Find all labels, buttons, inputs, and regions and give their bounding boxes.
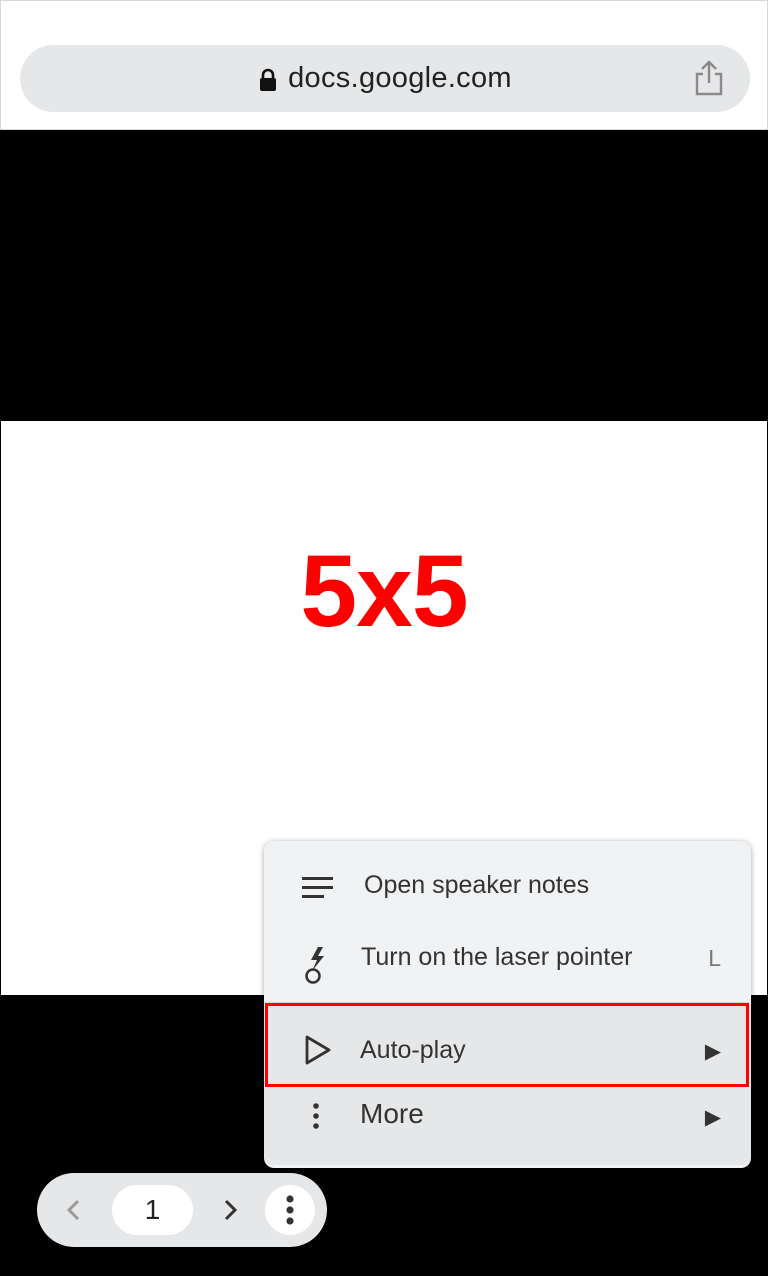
url-container: docs.google.com — [20, 45, 750, 112]
submenu-arrow-icon: ▶ — [704, 1106, 721, 1129]
presentation-options-menu: Open speaker notes Turn on the laser poi… — [264, 841, 751, 1168]
menu-item-open-speaker-notes[interactable]: Open speaker notes — [264, 841, 751, 931]
lock-icon — [260, 68, 277, 91]
share-icon[interactable] — [694, 59, 724, 97]
keyboard-shortcut: L — [708, 945, 721, 971]
menu-item-label: More — [360, 1098, 424, 1129]
menu-divider — [264, 1002, 751, 1003]
menu-item-auto-play[interactable]: Auto-play ▶ — [264, 1005, 751, 1085]
more-vert-icon — [286, 1195, 294, 1225]
chevron-right-icon[interactable] — [215, 1194, 245, 1226]
menu-item-label: Open speaker notes — [364, 871, 590, 899]
menu-item-more[interactable]: More ▶ — [264, 1085, 751, 1165]
menu-item-label: Turn on the laser pointer — [361, 943, 633, 971]
vertical-dots-icon — [313, 1103, 319, 1129]
url-text: docs.google.com — [288, 62, 512, 94]
slide-title: 5x5 — [300, 534, 468, 648]
menu-item-label: Auto-play — [360, 1036, 466, 1064]
chevron-left-icon[interactable] — [59, 1194, 89, 1226]
address-bar[interactable]: docs.google.com — [20, 45, 750, 112]
browser-top-bar: docs.google.com — [0, 0, 768, 130]
slide-navigation-bar: 1 — [37, 1173, 327, 1247]
laser-pointer-icon — [305, 947, 324, 984]
lines-icon — [302, 877, 333, 898]
menu-item-laser-pointer[interactable]: Turn on the laser pointer L — [264, 931, 751, 1001]
page-number[interactable]: 1 — [112, 1185, 193, 1235]
more-options-button[interactable] — [265, 1185, 315, 1235]
submenu-arrow-icon: ▶ — [704, 1040, 721, 1063]
play-icon — [305, 1035, 331, 1065]
